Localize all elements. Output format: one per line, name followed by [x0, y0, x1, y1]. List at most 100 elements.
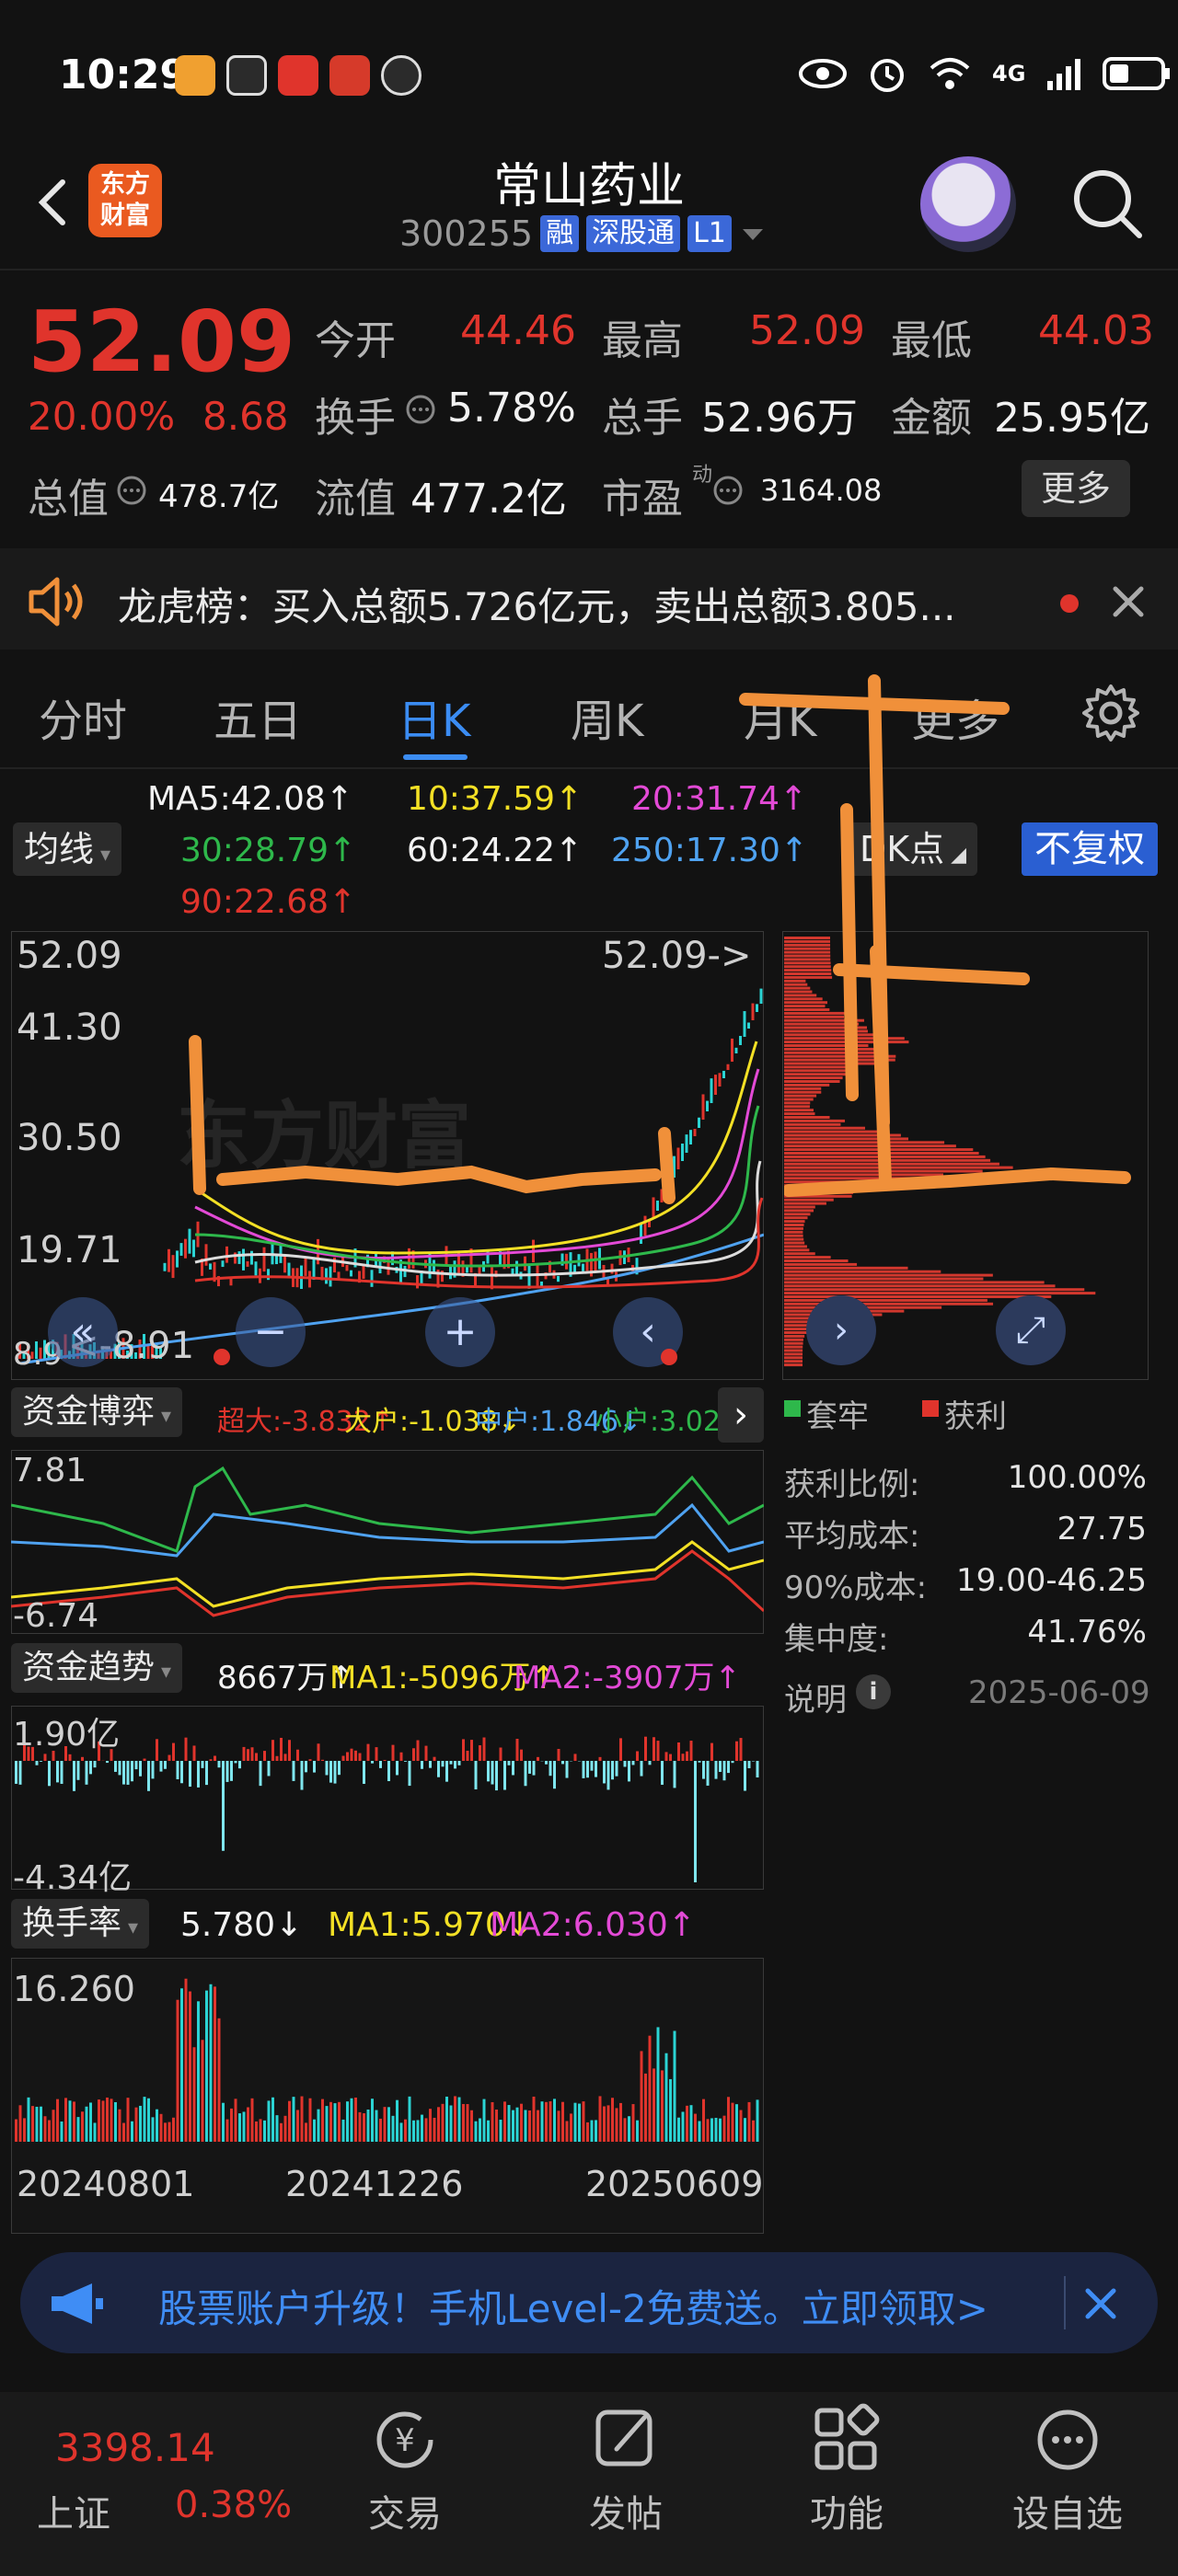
turnover-bar: [482, 2099, 486, 2142]
function-icon[interactable]: [810, 2403, 884, 2477]
robot-avatar[interactable]: [920, 156, 1016, 252]
zoom-in-button[interactable]: +: [425, 1297, 495, 1367]
candle: [204, 1244, 208, 1266]
index-value[interactable]: 3398.14: [55, 2425, 215, 2470]
cost-bar: [784, 1298, 987, 1302]
turnover-bar: [280, 2122, 283, 2142]
candle: [179, 1243, 183, 1256]
cost-prev-button[interactable]: ›: [806, 1295, 876, 1365]
capital-trend-selector[interactable]: 资金趋势 ▾: [11, 1643, 183, 1693]
chevron-down-icon[interactable]: [739, 220, 767, 247]
adjust-mode-button[interactable]: 不复权: [1022, 822, 1158, 876]
turnover-bar: [329, 2101, 332, 2142]
nav-watchlist[interactable]: 设自选: [985, 2484, 1150, 2537]
expand-legend-button[interactable]: ›: [718, 1387, 764, 1443]
pe-label: 市盈: [602, 476, 683, 523]
turnover-bar: [118, 2109, 121, 2142]
tab-daily-k[interactable]: 日K: [398, 684, 470, 749]
cost-bar: [784, 1144, 956, 1148]
candle: [714, 1075, 717, 1095]
more-dots-icon[interactable]: [1031, 2403, 1104, 2477]
turnover-selector[interactable]: 换手率 ▾: [11, 1899, 150, 1949]
turnover-bar: [23, 2118, 26, 2142]
zoom-out-button[interactable]: −: [236, 1297, 306, 1367]
turnover-bar: [735, 2104, 738, 2142]
capital-trend-bar: [56, 1761, 59, 1783]
turnover-bar: [383, 2107, 387, 2142]
turnover-bar: [242, 2111, 246, 2142]
gear-icon[interactable]: [1080, 683, 1141, 743]
volume-value: 52.96万: [701, 395, 858, 442]
turnover-bar: [159, 2113, 163, 2142]
candle: [254, 1261, 258, 1276]
close-icon[interactable]: [1108, 581, 1149, 622]
capital-trend-bar: [197, 1761, 200, 1788]
turnover-bar: [706, 2119, 710, 2142]
nav-post[interactable]: 发帖: [543, 2484, 709, 2537]
capital-trend-bar: [557, 1748, 560, 1761]
promo-text[interactable]: 股票账户升级！手机Level-2免费送。立即领取>: [158, 2278, 988, 2334]
capital-trend-bar: [515, 1738, 519, 1761]
scroll-left-fast-button[interactable]: «: [48, 1297, 118, 1367]
index-name[interactable]: 上证: [37, 2484, 110, 2537]
turnover-bar: [375, 2110, 378, 2142]
capital-trend-bar: [689, 1741, 693, 1761]
capital-trend-bar: [222, 1761, 225, 1851]
turnover-bar: [731, 2102, 734, 2142]
index-change[interactable]: 0.38%: [175, 2484, 292, 2526]
capital-trend-bar: [184, 1737, 188, 1761]
tab-intraday[interactable]: 分时: [39, 684, 127, 749]
post-icon[interactable]: [589, 2403, 663, 2477]
banner-text[interactable]: 龙虎榜：买入总额5.726亿元，卖出总额3.805...: [118, 576, 956, 632]
info-icon[interactable]: i: [856, 1674, 891, 1709]
ma-selector[interactable]: 均线 ▾: [13, 822, 122, 876]
status-time: 10:29: [59, 52, 189, 98]
turnover-bar: [532, 2096, 536, 2142]
nav-function[interactable]: 功能: [764, 2484, 930, 2537]
capital-trend-bar: [694, 1761, 697, 1883]
expand-icon[interactable]: ⤢: [996, 1295, 1066, 1365]
turnover-bar: [172, 2117, 175, 2142]
tab-five-day[interactable]: 五日: [214, 684, 302, 749]
nav-trade[interactable]: 交易: [322, 2484, 488, 2537]
capital-trend-bar: [640, 1761, 643, 1777]
note-label[interactable]: 说明: [784, 1674, 847, 1719]
candle: [287, 1262, 291, 1277]
turnover-bar: [396, 2099, 398, 2142]
capital-trend-bar: [209, 1759, 213, 1761]
candle: [676, 1147, 680, 1169]
more-button[interactable]: 更多: [1022, 460, 1130, 517]
capital-trend-bar: [499, 1747, 502, 1761]
profit-ratio-value: 100.00%: [1007, 1459, 1147, 1496]
info-dots-icon[interactable]: [405, 394, 436, 425]
candle: [416, 1275, 419, 1289]
turnover-bar: [433, 2117, 436, 2142]
candle: [283, 1256, 286, 1273]
turnover-bar: [416, 2120, 420, 2142]
cost-bar: [784, 1205, 815, 1209]
turnover-bar: [81, 2111, 84, 2142]
capital-trend-bar: [739, 1738, 743, 1761]
turnover-bar: [317, 2109, 320, 2142]
search-icon[interactable]: [1068, 164, 1145, 241]
close-icon[interactable]: [1082, 2285, 1119, 2322]
turnover-bar: [371, 2099, 374, 2142]
candle: [515, 1260, 518, 1276]
capital-trend-bar: [225, 1761, 229, 1782]
tab-weekly-k[interactable]: 周K: [571, 684, 643, 749]
trade-icon[interactable]: ¥: [368, 2403, 442, 2477]
notification-icons: [175, 55, 422, 96]
info-dots-icon[interactable]: [116, 475, 147, 506]
cost-bar: [784, 1360, 803, 1363]
info-dots-icon[interactable]: [712, 475, 744, 506]
turnover-bar: [462, 2103, 465, 2142]
capital-game-selector[interactable]: 资金博弈 ▾: [11, 1387, 183, 1437]
change-pct: 20.00%: [28, 394, 176, 439]
turnover-bar: [283, 2115, 287, 2142]
capital-trend-bar: [466, 1750, 469, 1761]
capital-trend-bar: [283, 1754, 287, 1761]
turnover-bar: [570, 2113, 572, 2142]
last-price: 52.09: [28, 293, 296, 391]
large-series-line: [11, 1540, 764, 1608]
turnover-bar: [147, 2098, 150, 2142]
